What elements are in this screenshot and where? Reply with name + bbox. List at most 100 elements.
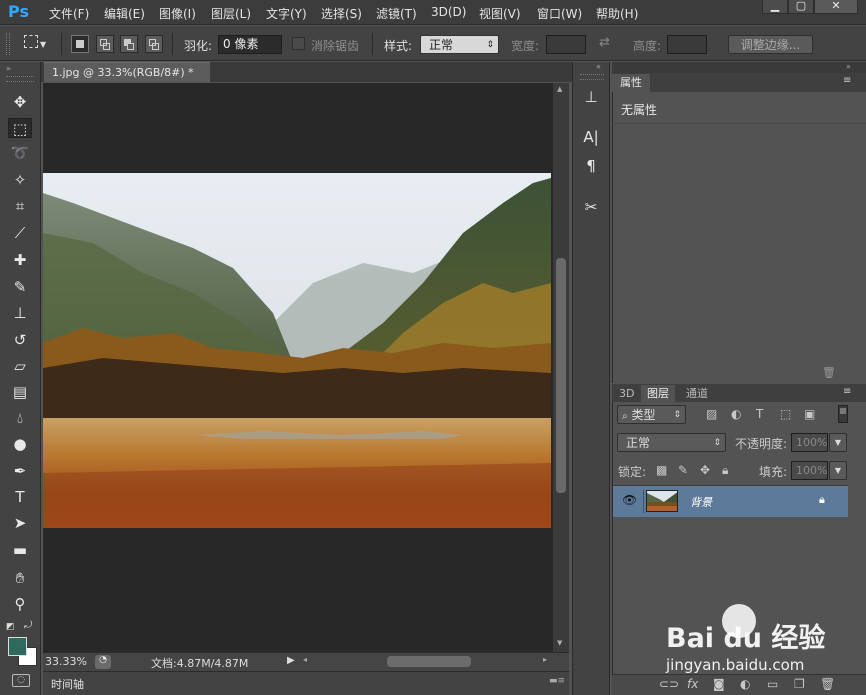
pen-tool-icon[interactable]: ✒ (8, 461, 32, 481)
dodge-tool-icon[interactable]: ● (8, 434, 32, 454)
minimize-button[interactable]: ▁ (762, 0, 788, 14)
menu-item[interactable]: 文字(Y) (266, 5, 307, 22)
style-select[interactable]: 正常 ⇕ (420, 35, 499, 54)
menu-item[interactable]: 图像(I) (159, 5, 196, 22)
fill-dropdown-icon[interactable]: ▼ (829, 461, 847, 480)
lock-image-icon[interactable]: ✎ (678, 463, 688, 477)
document-tab[interactable]: 1.jpg @ 33.3%(RGB/8#) * × (44, 62, 210, 99)
layer-lock-icon[interactable]: 🔒︎ (819, 493, 825, 507)
menu-item[interactable]: 窗口(W) (537, 5, 582, 22)
lock-position-icon[interactable]: ✥ (700, 463, 710, 477)
layers-menu-icon[interactable]: ≡ (843, 386, 851, 397)
default-colors-icon[interactable]: ◩ (6, 622, 15, 632)
paragraph-panel-icon[interactable]: ¶ (580, 155, 602, 177)
add-selection-icon[interactable] (96, 35, 114, 53)
refine-edge-button[interactable]: 调整边缘... (728, 35, 813, 54)
history-brush-tool-icon[interactable]: ↺ (8, 330, 32, 350)
path-selection-tool-icon[interactable]: ➤ (8, 513, 32, 533)
menu-item[interactable]: 视图(V) (479, 5, 521, 22)
magic-wand-tool-icon[interactable]: ✧ (8, 170, 32, 190)
strip-grip[interactable] (580, 74, 604, 80)
tab-channels[interactable]: 通道 (680, 385, 714, 402)
vertical-scrollbar[interactable]: ▲ ▼ (553, 83, 569, 652)
new-selection-icon[interactable] (71, 35, 89, 53)
lock-all-icon[interactable]: 🔒︎ (722, 463, 728, 478)
filter-smart-object-icon[interactable]: ▣ (804, 407, 815, 421)
layer-row[interactable]: 👁︎ 背景 🔒︎ (613, 486, 848, 517)
status-info-icon[interactable]: ◔ (95, 655, 111, 669)
opacity-input[interactable]: 100% (791, 433, 828, 452)
collapse-strip-icon[interactable]: « (596, 62, 601, 71)
tab-properties[interactable]: 属性 (612, 74, 650, 92)
zoom-tool-icon[interactable]: ⚲ (8, 594, 32, 614)
menu-item[interactable]: 帮助(H) (596, 5, 638, 22)
character-panel-icon[interactable]: A| (580, 126, 602, 148)
rect-marquee-preset-icon[interactable] (24, 35, 38, 48)
filter-shape-icon[interactable]: ⬚ (780, 407, 791, 421)
swap-colors-icon[interactable]: ⤾ (24, 620, 32, 631)
horizontal-scroll-thumb[interactable] (387, 656, 471, 667)
tab-3d[interactable]: 3D (613, 385, 640, 402)
clone-stamp-tool-icon[interactable]: ⊥ (8, 303, 32, 323)
menu-item[interactable]: 选择(S) (321, 5, 362, 22)
close-window-button[interactable]: ✕ (814, 0, 858, 14)
menu-item[interactable]: 文件(F) (49, 5, 89, 22)
collapse-tools-icon[interactable]: » (6, 64, 11, 73)
scroll-down-icon[interactable]: ▼ (557, 639, 562, 647)
height-input[interactable] (667, 35, 707, 54)
menu-item[interactable]: 3D(D) (431, 5, 466, 19)
tools-grip[interactable] (6, 76, 34, 82)
tab-layers[interactable]: 图层 (641, 385, 675, 402)
eraser-tool-icon[interactable]: ▱ (8, 356, 32, 376)
lasso-tool-icon[interactable]: ➰ (8, 143, 32, 163)
scroll-left-icon[interactable]: ◂ (303, 655, 307, 664)
status-menu-arrow-icon[interactable]: ▶ (287, 655, 295, 666)
menu-item[interactable]: 滤镜(T) (376, 5, 417, 22)
feather-input[interactable]: 0 像素 (218, 35, 282, 54)
eyedropper-tool-icon[interactable]: ⟋ (8, 223, 32, 243)
move-tool-icon[interactable]: ✥ (8, 92, 32, 112)
blur-tool-icon[interactable]: 💧︎ (8, 408, 32, 428)
hand-tool-icon[interactable]: ✋︎ (8, 568, 32, 588)
opacity-dropdown-icon[interactable]: ▼ (829, 433, 847, 452)
zoom-level[interactable]: 33.33% (45, 655, 87, 668)
timeline-menu-icon[interactable]: ▬≡ (549, 676, 565, 686)
healing-brush-tool-icon[interactable]: ✚ (8, 250, 32, 270)
gradient-tool-icon[interactable]: ▤ (8, 382, 32, 402)
subtract-selection-icon[interactable] (120, 35, 138, 53)
filter-type-icon[interactable]: T (756, 407, 763, 421)
vertical-scroll-thumb[interactable] (556, 258, 566, 493)
layer-name[interactable]: 背景 (690, 494, 712, 510)
scroll-up-icon[interactable]: ▲ (557, 85, 562, 93)
crop-tool-icon[interactable]: ⌗ (8, 196, 32, 216)
collapse-dock-icon[interactable]: » (846, 62, 851, 71)
filter-adjustment-icon[interactable]: ◐ (731, 407, 741, 421)
antialias-checkbox[interactable] (292, 37, 305, 50)
shape-tool-icon[interactable]: ▬ (8, 540, 32, 560)
quick-mask-icon[interactable]: ◌ (12, 674, 30, 687)
eye-visibility-icon[interactable]: 👁︎ (622, 493, 637, 507)
brush-tool-icon[interactable]: ✎ (8, 277, 32, 297)
tool-presets-icon[interactable]: ✂ (580, 196, 602, 218)
scroll-right-icon[interactable]: ▸ (543, 655, 547, 664)
rect-marquee-tool-icon[interactable]: ⬚ (8, 118, 32, 138)
swap-dimensions-icon[interactable]: ⇄ (599, 35, 610, 50)
preset-dropdown-icon[interactable]: ▼ (40, 40, 46, 49)
foreground-color-swatch[interactable] (8, 637, 27, 656)
type-tool-icon[interactable]: T (8, 487, 32, 507)
intersect-selection-icon[interactable] (145, 35, 163, 53)
menu-item[interactable]: 编辑(E) (104, 5, 145, 22)
filter-toggle[interactable] (838, 405, 848, 423)
properties-menu-icon[interactable]: ≡ (843, 75, 851, 86)
layer-filter-select[interactable]: ⌕ 类型 ⇕ (617, 405, 686, 424)
restore-button[interactable]: ▢ (788, 0, 814, 14)
clone-source-icon[interactable]: ⊥ (580, 86, 602, 108)
menu-item[interactable]: 图层(L) (211, 5, 251, 22)
trash-icon[interactable]: 🗑 (822, 366, 836, 379)
canvas-image[interactable] (43, 173, 551, 528)
width-input[interactable] (546, 35, 586, 54)
options-bar-grip[interactable] (6, 33, 10, 55)
lock-transparent-icon[interactable]: ▩ (656, 463, 667, 477)
blend-mode-select[interactable]: 正常 ⇕ (617, 433, 726, 452)
fill-input[interactable]: 100% (791, 461, 828, 480)
